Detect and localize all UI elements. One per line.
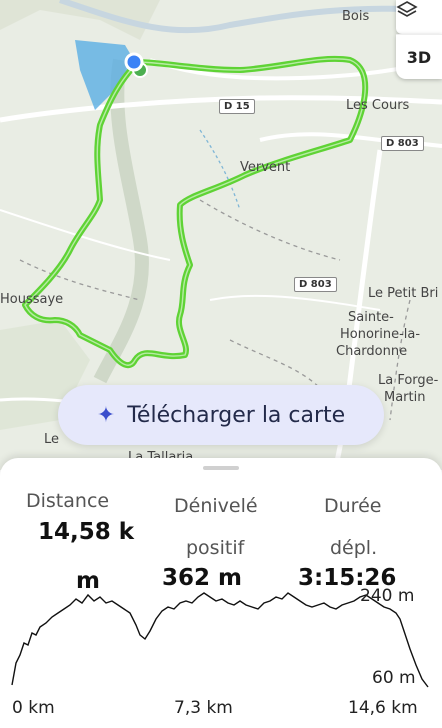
place-houssaye: Houssaye [0,292,64,307]
elevation-label: Dénivelé [174,495,258,517]
3d-toggle-button[interactable]: 3D [396,34,442,79]
layers-button[interactable] [396,0,442,34]
layers-icon [396,1,418,17]
place-honorine: Honorine-la- [340,327,421,342]
download-map-label: Télécharger la carte [127,402,346,428]
profile-y-max-label: 240 m [360,586,415,606]
place-bois: Bois [342,9,370,24]
place-vervent: Vervent [240,160,291,175]
route-details-sheet[interactable]: Distance 14,58 k m Dénivelé positif 362 … [0,458,442,728]
duration-label-line2: dépl. [330,537,378,559]
profile-y-min-label: 60 m [372,668,416,688]
profile-x-mid-label: 7,3 km [174,698,233,718]
place-le-petit-bri: Le Petit Bri [368,286,439,301]
sparkle-icon: ✦ [96,402,116,428]
route-line [22,55,369,369]
place-les-cours: Les Cours [346,98,410,113]
profile-x-end-label: 14,6 km [348,698,418,718]
sheet-drag-handle[interactable] [203,466,239,470]
elevation-label-line2: positif [186,537,245,559]
map-view[interactable]: Bois Les Cours Vervent Le Petit Bri Sain… [0,0,442,470]
road-d15: D 15 [219,99,255,114]
road-d803-north: D 803 [381,136,424,151]
place-martin: Martin [384,390,426,405]
place-chardonne: Chardonne [336,344,408,359]
duration-label: Durée [324,495,382,517]
elevation-profile-line [11,592,429,688]
place-sainte: Sainte- [348,310,394,325]
current-location-dot [124,52,144,72]
profile-x-start-label: 0 km [12,698,55,718]
place-le: Le [44,432,60,447]
distance-value: 14,58 k [38,519,135,545]
road-d803-south: D 803 [294,277,337,292]
place-la-forge: La Forge- [378,373,439,388]
download-map-button[interactable]: ✦ Télécharger la carte [58,385,384,445]
distance-label: Distance [26,490,110,512]
